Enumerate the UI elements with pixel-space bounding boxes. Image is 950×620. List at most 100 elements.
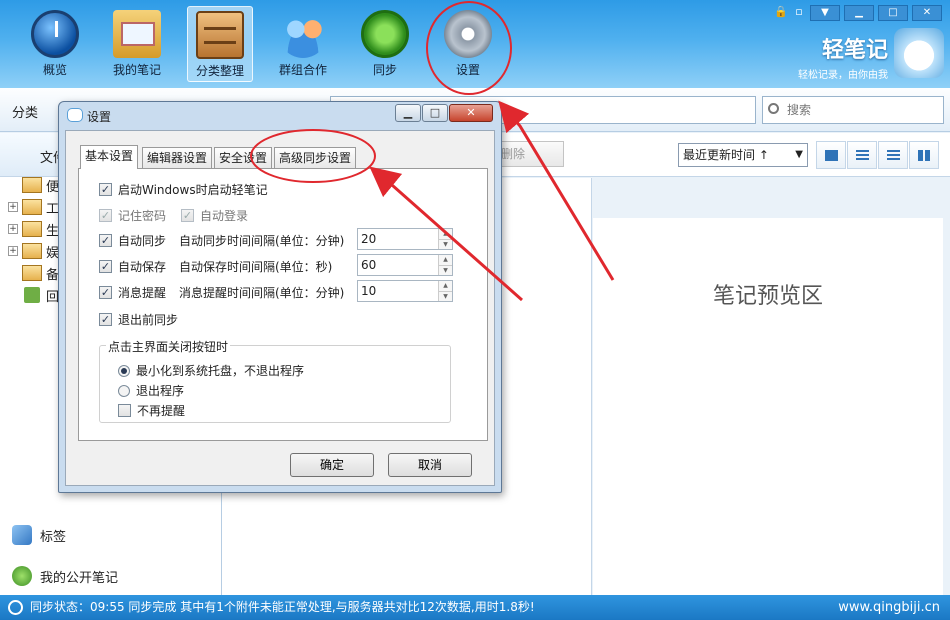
preview-placeholder: 笔记预览区	[712, 284, 823, 309]
toolbar-overview[interactable]: 概览	[22, 6, 88, 82]
stepper-up-icon[interactable]: ▲	[438, 255, 452, 265]
view-preview-button[interactable]	[816, 141, 846, 169]
folder-icon	[22, 221, 42, 237]
auto-sync-interval-value: 20	[361, 232, 377, 246]
option-reminder[interactable]: ✓ 消息提醒	[99, 284, 166, 301]
category-title: 分类	[12, 106, 39, 121]
expand-icon[interactable]: +	[8, 224, 18, 234]
dialog-titlebar[interactable]: 设置 ▁ □ ✕	[59, 102, 501, 128]
radio-exit-program[interactable]: 退出程序	[118, 382, 184, 399]
search-icon	[768, 103, 779, 114]
stepper-up-icon[interactable]: ▲	[438, 281, 452, 291]
search-input[interactable]	[762, 96, 944, 124]
toolbar-sync-label: 同步	[372, 63, 397, 77]
option-no-reminder[interactable]: 不再提醒	[118, 402, 185, 419]
sort-select[interactable]: 最近更新时间 ↑ ▼	[678, 143, 808, 167]
delete-button[interactable]: 删除	[492, 141, 564, 167]
expand-icon[interactable]: +	[8, 246, 18, 256]
checkbox-checked[interactable]: ✓	[99, 286, 112, 299]
option-sync-before-exit[interactable]: ✓ 退出前同步	[99, 311, 178, 328]
toolbar-categorize[interactable]: 分类整理	[187, 6, 253, 82]
radio-selected[interactable]	[118, 364, 130, 377]
radio-unselected[interactable]	[118, 384, 130, 397]
option-auto-save[interactable]: ✓ 自动保存	[99, 258, 166, 275]
checkbox-checked[interactable]: ✓	[99, 313, 112, 326]
menu-button[interactable]: ▼	[810, 5, 840, 21]
view-preview-icon	[825, 150, 838, 161]
view-grid-button[interactable]	[909, 141, 939, 169]
tree-item[interactable]: + 娱	[8, 241, 59, 261]
cloud-icon	[67, 108, 83, 122]
tags-link[interactable]: 标签	[12, 525, 66, 545]
option-auto-sync[interactable]: ✓ 自动同步	[99, 232, 166, 249]
folder-icon	[22, 199, 42, 215]
close-button[interactable]: ✕	[912, 5, 942, 21]
option-label: 自动同步	[118, 234, 167, 248]
toolbar-group-collab[interactable]: 群组合作	[270, 6, 336, 82]
checkbox-checked[interactable]: ✓	[99, 234, 112, 247]
toolbar-settings[interactable]: 设置	[435, 6, 501, 82]
option-label: 不再提醒	[137, 404, 186, 418]
tags-label: 标签	[40, 529, 67, 545]
checkbox-disabled: ✓	[99, 209, 112, 222]
tab-editor[interactable]: 编辑器设置	[142, 147, 213, 169]
compass-icon	[31, 10, 79, 58]
auto-save-interval-value: 60	[361, 258, 377, 272]
radio-label: 最小化到系统托盘，不退出程序	[136, 364, 305, 378]
sort-select-value: 最近更新时间 ↑	[683, 148, 769, 162]
brand-slogan: 轻松记录，由你由我	[798, 70, 888, 81]
stepper-down-icon[interactable]: ▼	[438, 239, 452, 249]
tab-basic[interactable]: 基本设置	[80, 145, 139, 169]
brand: 轻笔记 轻松记录，由你由我	[798, 32, 888, 81]
tab-advanced-sync[interactable]: 高级同步设置	[274, 147, 357, 169]
checkbox-checked[interactable]: ✓	[99, 183, 112, 196]
public-notes-label: 我的公开笔记	[40, 570, 119, 586]
stepper-down-icon[interactable]: ▼	[438, 291, 452, 301]
toolbar-sync[interactable]: 同步	[352, 6, 418, 82]
tag-icon	[12, 525, 32, 545]
minimize-button[interactable]: ▁	[844, 5, 874, 21]
ok-button[interactable]: 确定	[290, 453, 374, 477]
toolbar-group-collab-label: 群组合作	[278, 63, 327, 77]
view-detail-button[interactable]	[878, 141, 908, 169]
checkbox-unchecked[interactable]	[118, 404, 131, 417]
tree-item[interactable]: 备	[8, 263, 59, 283]
chevron-down-icon: ▼	[795, 149, 803, 160]
skin-icon[interactable]: ▫	[792, 5, 806, 21]
window-controls: 🔒 ▫ ▼ ▁ □ ✕	[774, 4, 942, 22]
lock-icon[interactable]: 🔒	[774, 5, 788, 21]
public-notes-link[interactable]: 我的公开笔记	[12, 566, 118, 586]
stepper-down-icon[interactable]: ▼	[438, 265, 452, 275]
dialog-minimize-button[interactable]: ▁	[395, 104, 421, 122]
close-behavior-group: 点击主界面关闭按钮时 最小化到系统托盘，不退出程序 退出程序 不再提醒	[99, 338, 451, 423]
tree-item-recycle[interactable]: 回	[8, 285, 59, 305]
website-link[interactable]: www.qingbiji.cn	[838, 595, 940, 620]
toolbar-my-notes[interactable]: 我的笔记	[104, 6, 170, 82]
auto-save-interval-stepper[interactable]: 60 ▲ ▼	[357, 254, 453, 276]
stepper-up-icon[interactable]: ▲	[438, 229, 452, 239]
reminder-interval-stepper[interactable]: 10 ▲ ▼	[357, 280, 453, 302]
cancel-button[interactable]: 取消	[388, 453, 472, 477]
drawer-cabinet-icon	[196, 11, 244, 59]
dialog-close-button[interactable]: ✕	[449, 104, 493, 122]
tree-item[interactable]: + 工	[8, 197, 59, 217]
option-start-with-windows[interactable]: ✓ 启动Windows时启动轻笔记	[99, 181, 268, 198]
folder-icon	[22, 243, 42, 259]
tree-item[interactable]: + 生	[8, 219, 59, 239]
tab-security[interactable]: 安全设置	[214, 147, 273, 169]
reminder-interval-label: 消息提醒时间间隔(单位：分钟)	[179, 286, 345, 300]
auto-sync-interval-label: 自动同步时间间隔(单位：分钟)	[179, 234, 345, 248]
maximize-button[interactable]: □	[878, 5, 908, 21]
option-auto-login: ✓ 自动登录	[181, 207, 248, 224]
expand-icon[interactable]: +	[8, 202, 18, 212]
basic-settings-panel: ✓ 启动Windows时启动轻笔记 ✓ 记住密码 ✓ 自动登录 ✓ 自动同步 自…	[78, 168, 488, 441]
status-bar: 同步状态：09:55 同步完成 其中有1个附件未能正常处理,与服务器共对比12次…	[0, 595, 950, 620]
tree-item[interactable]: 便	[8, 175, 59, 195]
main-toolbar: 概览 我的笔记 分类整理 群组合作 同步 设置 🔒 ▫ ▼ ▁ □ ✕ 轻笔记 …	[0, 0, 950, 88]
clock-icon	[8, 600, 23, 615]
radio-minimize-to-tray[interactable]: 最小化到系统托盘，不退出程序	[118, 362, 304, 379]
view-list-button[interactable]	[847, 141, 877, 169]
auto-sync-interval-stepper[interactable]: 20 ▲ ▼	[357, 228, 453, 250]
view-grid-icon	[918, 150, 931, 161]
checkbox-checked[interactable]: ✓	[99, 260, 112, 273]
